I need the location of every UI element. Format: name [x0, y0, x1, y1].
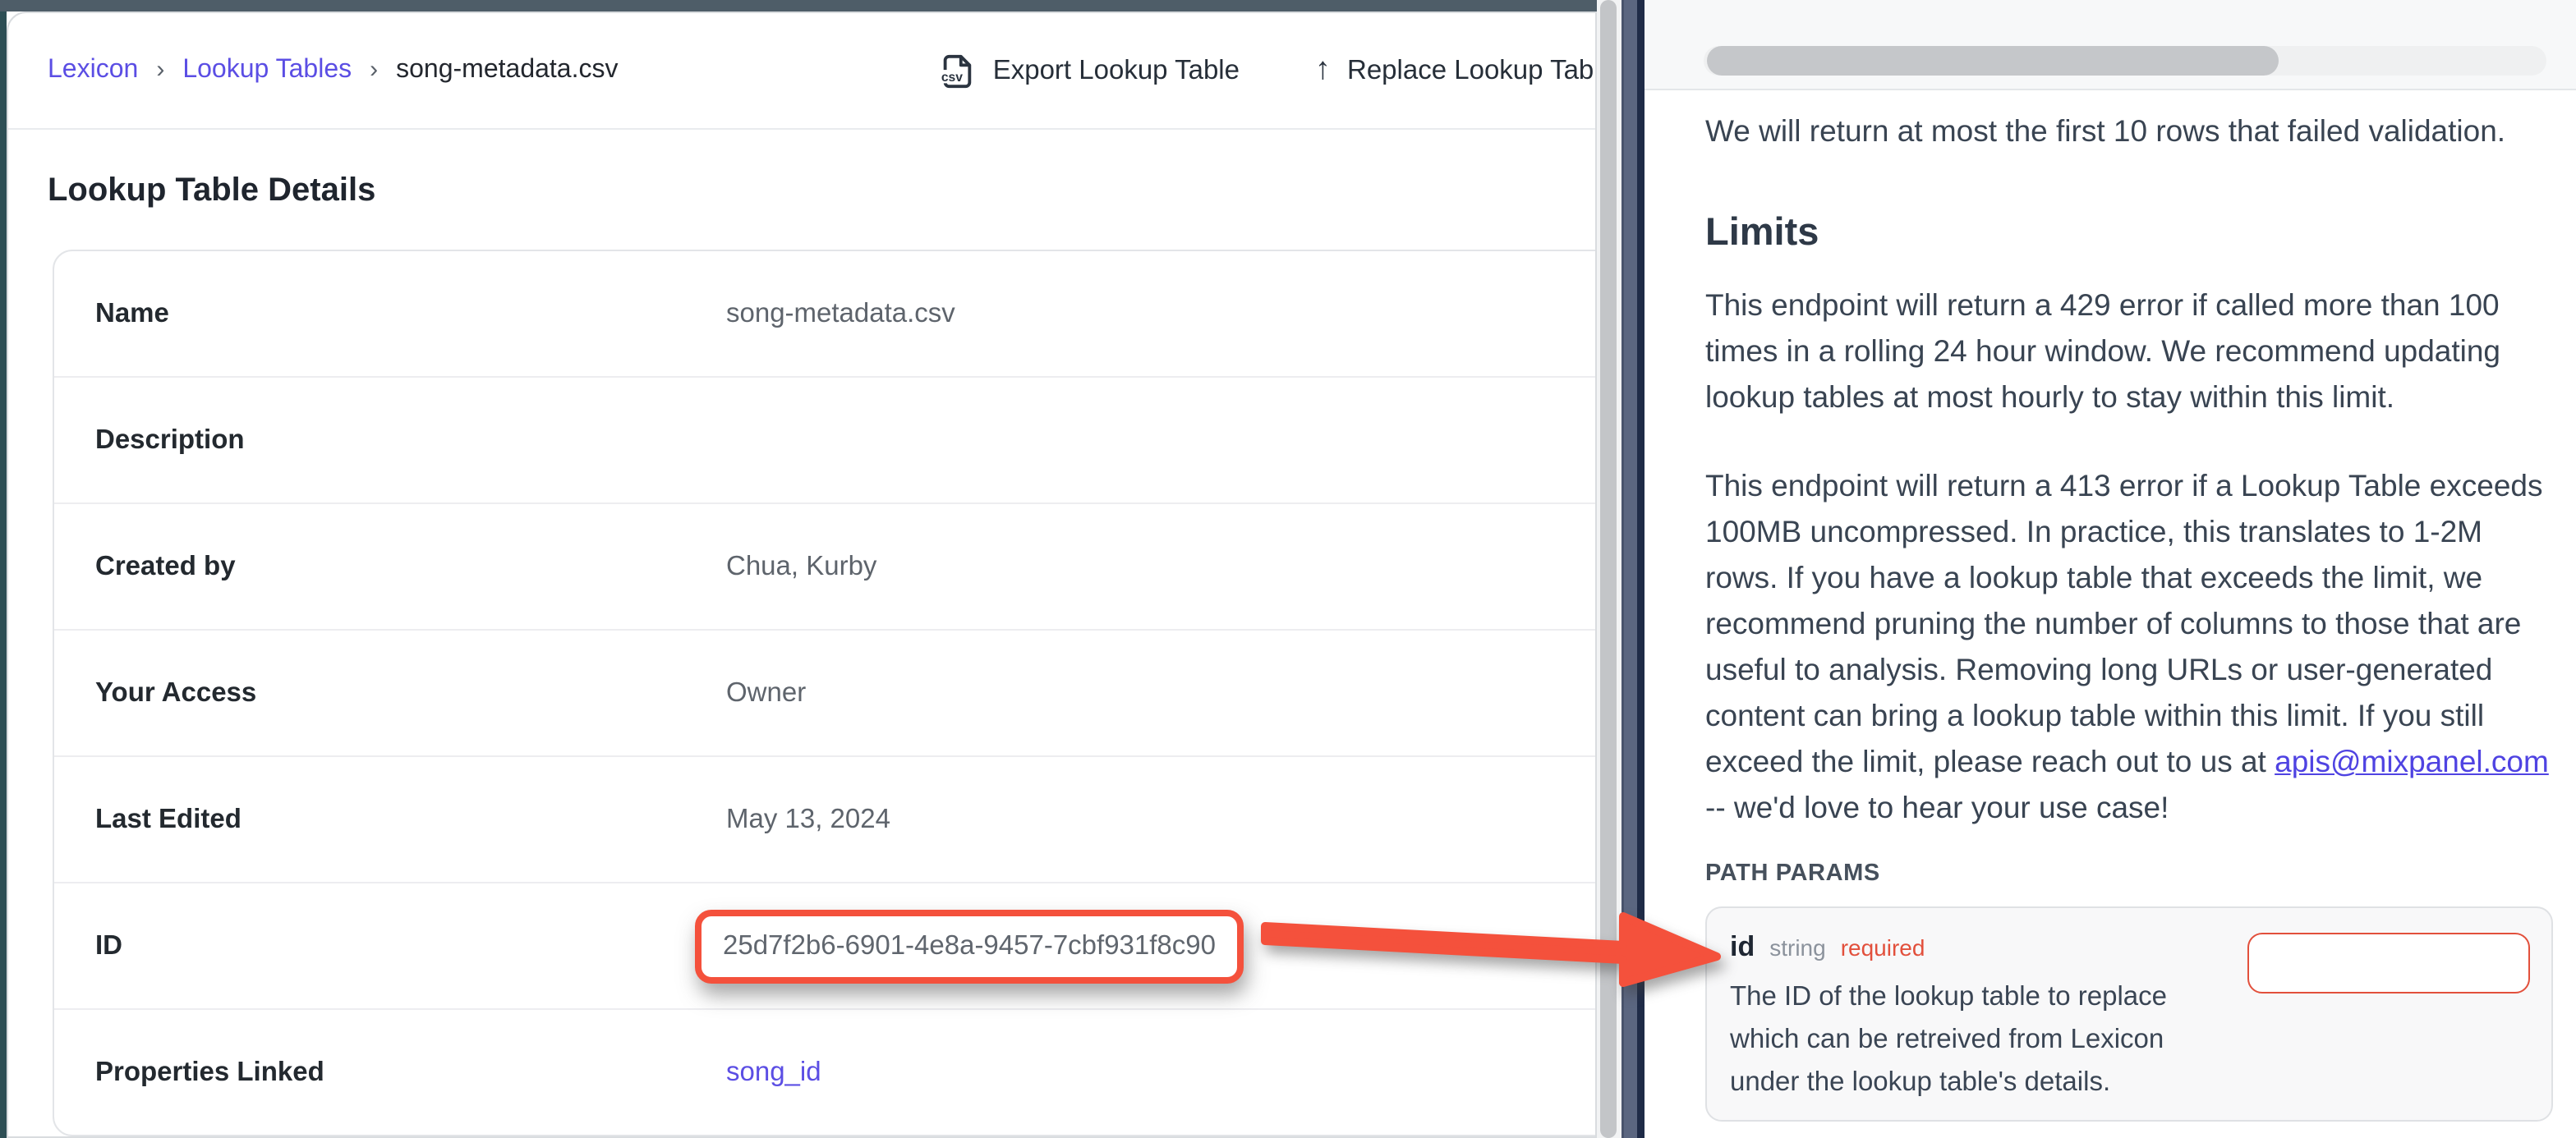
song-id-property-link[interactable]: song_id [726, 1057, 821, 1086]
detail-row-description: Description [54, 376, 1597, 502]
lookup-table-details-card: Name song-metadata.csv Description Creat… [53, 250, 1597, 1136]
param-name: id [1730, 931, 1755, 964]
limits-paragraph-2-tail: -- we'd love to hear your use case! [1705, 790, 2169, 824]
lexicon-panel: Lexicon › Lookup Tables › song-metadata.… [7, 11, 1597, 1138]
up-arrow-icon: ↑ [1315, 53, 1331, 89]
breadcrumb-lookup-tables[interactable]: Lookup Tables [182, 56, 352, 85]
limits-heading: Limits [1705, 210, 2553, 255]
param-required-badge: required [1841, 934, 1925, 961]
horizontal-scrollbar-thumb[interactable] [1707, 46, 2279, 76]
param-description: The ID of the lookup table to replace wh… [1730, 975, 2231, 1104]
window-top-edge [0, 0, 1597, 11]
id-param-input[interactable] [2247, 933, 2530, 993]
detail-value: Owner [687, 677, 806, 709]
limits-paragraph-2-text: This endpoint will return a 413 error if… [1705, 468, 2543, 778]
left-panel-scrollbar-thumb[interactable] [1600, 0, 1617, 1138]
docs-content: We will return at most the first 10 rows… [1644, 90, 2553, 1122]
breadcrumb-lexicon[interactable]: Lexicon [48, 56, 138, 85]
detail-row-last-edited: Last Edited May 13, 2024 [54, 755, 1597, 882]
id-value-highlight: 25d7f2b6-6901-4e8a-9457-7cbf931f8c90 [695, 909, 1244, 983]
detail-row-id: ID 25d7f2b6-6901-4e8a-9457-7cbf931f8c90 [54, 882, 1597, 1008]
header-actions: csv Export Lookup Table ↑ Replace Lookup… [939, 52, 1597, 89]
docs-horizontal-scrollbar[interactable] [1644, 0, 2576, 90]
docs-intro-text: We will return at most the first 10 rows… [1705, 108, 2553, 154]
id-param-card: id string required The ID of the lookup … [1705, 906, 2553, 1122]
limits-paragraph-1: This endpoint will return a 429 error if… [1705, 282, 2553, 420]
param-type: string [1769, 934, 1825, 961]
limits-paragraph-2: This endpoint will return a 413 error if… [1705, 463, 2553, 831]
window-left-edge [0, 11, 7, 1138]
replace-lookup-table-label: Replace Lookup Table [1347, 55, 1597, 86]
detail-label: Created by [54, 551, 687, 582]
detail-row-name: Name song-metadata.csv [54, 251, 1597, 376]
panel-divider [1622, 0, 1644, 1138]
svg-text:csv: csv [942, 70, 964, 84]
screenshot-root: Lexicon › Lookup Tables › song-metadata.… [0, 0, 2576, 1138]
left-panel-scrollbar[interactable] [1597, 0, 1622, 1138]
page-title: Lookup Table Details [48, 172, 1595, 210]
detail-label: Properties Linked [54, 1057, 687, 1088]
apis-mixpanel-email-link[interactable]: apis@mixpanel.com [2275, 744, 2549, 778]
detail-value: Chua, Kurby [687, 551, 876, 582]
detail-row-created-by: Created by Chua, Kurby [54, 502, 1597, 629]
replace-lookup-table-button[interactable]: ↑ Replace Lookup Table [1315, 53, 1597, 89]
chevron-right-icon: › [156, 55, 164, 83]
detail-value: 25d7f2b6-6901-4e8a-9457-7cbf931f8c90 [687, 909, 1244, 983]
breadcrumb: Lexicon › Lookup Tables › song-metadata.… [48, 56, 619, 85]
detail-label: Your Access [54, 677, 687, 709]
breadcrumb-current-file: song-metadata.csv [396, 56, 618, 85]
lexicon-header: Lexicon › Lookup Tables › song-metadata.… [8, 13, 1595, 130]
lookup-table-id-value: 25d7f2b6-6901-4e8a-9457-7cbf931f8c90 [723, 930, 1216, 960]
detail-row-your-access: Your Access Owner [54, 629, 1597, 755]
export-lookup-table-button[interactable]: csv Export Lookup Table [939, 52, 1240, 89]
detail-value: May 13, 2024 [687, 804, 890, 835]
docs-panel: We will return at most the first 10 rows… [1644, 0, 2576, 1138]
export-lookup-table-label: Export Lookup Table [993, 55, 1240, 86]
csv-file-icon: csv [939, 52, 977, 89]
detail-label: Last Edited [54, 804, 687, 835]
chevron-right-icon: › [370, 55, 378, 83]
detail-label: Name [54, 298, 687, 329]
detail-label: ID [54, 930, 687, 961]
detail-row-properties-linked: Properties Linked song_id [54, 1008, 1597, 1135]
path-params-label: PATH PARAMS [1705, 860, 2553, 887]
detail-value: song_id [687, 1057, 821, 1088]
detail-value: song-metadata.csv [687, 298, 955, 329]
detail-label: Description [54, 424, 687, 456]
